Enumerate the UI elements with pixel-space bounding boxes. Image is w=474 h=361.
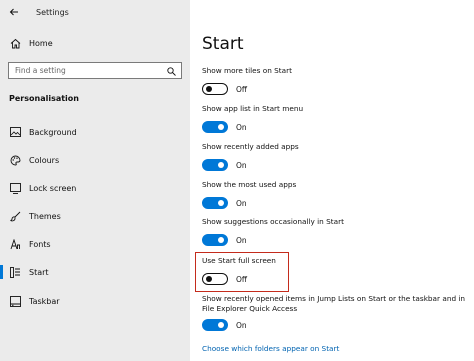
home-label: Home (29, 38, 53, 48)
sidebar-item-label: Fonts (29, 239, 51, 249)
sidebar: Settings Home Personalisation Background (0, 0, 190, 361)
toggle-row: On (202, 159, 472, 171)
sidebar-item-taskbar[interactable]: Taskbar (0, 291, 190, 311)
recently-added-toggle[interactable] (202, 159, 228, 171)
toggle-state: On (236, 320, 247, 330)
toggle-knob (218, 124, 224, 130)
taskbar-icon (9, 295, 21, 307)
sidebar-item-label: Themes (29, 211, 61, 221)
setting-most-used: Show the most used apps On (202, 180, 472, 209)
brush-icon (9, 210, 21, 222)
sidebar-item-label: Taskbar (29, 296, 60, 306)
setting-app-list: Show app list in Start menu On (202, 104, 472, 133)
toggle-row: On (202, 197, 472, 209)
search-box[interactable] (8, 62, 182, 79)
setting-recently-added: Show recently added apps On (202, 142, 472, 171)
sidebar-item-themes[interactable]: Themes (0, 206, 190, 226)
sidebar-item-background[interactable]: Background (0, 122, 190, 142)
toggle-knob (218, 322, 224, 328)
highlight-box (195, 252, 289, 292)
palette-icon (9, 154, 21, 166)
sidebar-item-colours[interactable]: Colours (0, 150, 190, 170)
back-button[interactable] (2, 0, 26, 24)
search-input[interactable] (15, 66, 155, 75)
toggle-row: On (202, 121, 472, 133)
toggle-state: On (236, 160, 247, 170)
most-used-toggle[interactable] (202, 197, 228, 209)
app-list-toggle[interactable] (202, 121, 228, 133)
sidebar-item-start[interactable]: Start (0, 262, 190, 282)
setting-jump-lists: Show recently opened items in Jump Lists… (202, 294, 468, 331)
setting-label: Show app list in Start menu (202, 104, 304, 113)
toggle-row: On (202, 234, 472, 246)
setting-suggestions: Show suggestions occasionally in Start O… (202, 217, 472, 246)
toggle-knob (206, 86, 212, 92)
toggle-state: Off (236, 84, 248, 94)
setting-label: Show recently opened items in Jump Lists… (202, 294, 466, 313)
toggle-state: On (236, 235, 247, 245)
home-icon (9, 37, 21, 49)
section-label: Personalisation (9, 94, 79, 103)
sidebar-item-lock-screen[interactable]: Lock screen (0, 178, 190, 198)
suggestions-toggle[interactable] (202, 234, 228, 246)
image-icon (9, 126, 21, 138)
setting-label: Show suggestions occasionally in Start (202, 217, 344, 226)
sidebar-item-fonts[interactable]: Fonts (0, 234, 190, 254)
lock-screen-icon (9, 182, 21, 194)
more-tiles-toggle[interactable] (202, 83, 228, 95)
nav-home[interactable]: Home (0, 33, 190, 53)
choose-folders-link[interactable]: Choose which folders appear on Start (202, 344, 339, 353)
back-arrow-icon (9, 8, 18, 16)
jump-lists-toggle[interactable] (202, 319, 228, 331)
sidebar-item-label: Lock screen (29, 183, 77, 193)
setting-label: Show more tiles on Start (202, 66, 292, 75)
toggle-knob (218, 200, 224, 206)
search-icon[interactable] (167, 61, 176, 80)
toggle-knob (218, 237, 224, 243)
setting-label: Show the most used apps (202, 180, 297, 189)
title-bar: Settings (0, 0, 190, 24)
start-icon (9, 266, 21, 278)
sidebar-item-label: Background (29, 127, 77, 137)
window-title: Settings (36, 7, 69, 17)
setting-more-tiles: Show more tiles on Start Off (202, 66, 472, 95)
toggle-state: On (236, 198, 247, 208)
toggle-row: On (202, 319, 468, 331)
font-icon (9, 238, 21, 250)
page-title: Start (202, 34, 244, 54)
toggle-state: On (236, 122, 247, 132)
sidebar-item-label: Colours (29, 155, 60, 165)
sidebar-item-label: Start (29, 267, 49, 277)
main-content: Start Show more tiles on Start Off Show … (190, 0, 474, 361)
toggle-row: Off (202, 83, 472, 95)
setting-label: Show recently added apps (202, 142, 299, 151)
toggle-knob (218, 162, 224, 168)
